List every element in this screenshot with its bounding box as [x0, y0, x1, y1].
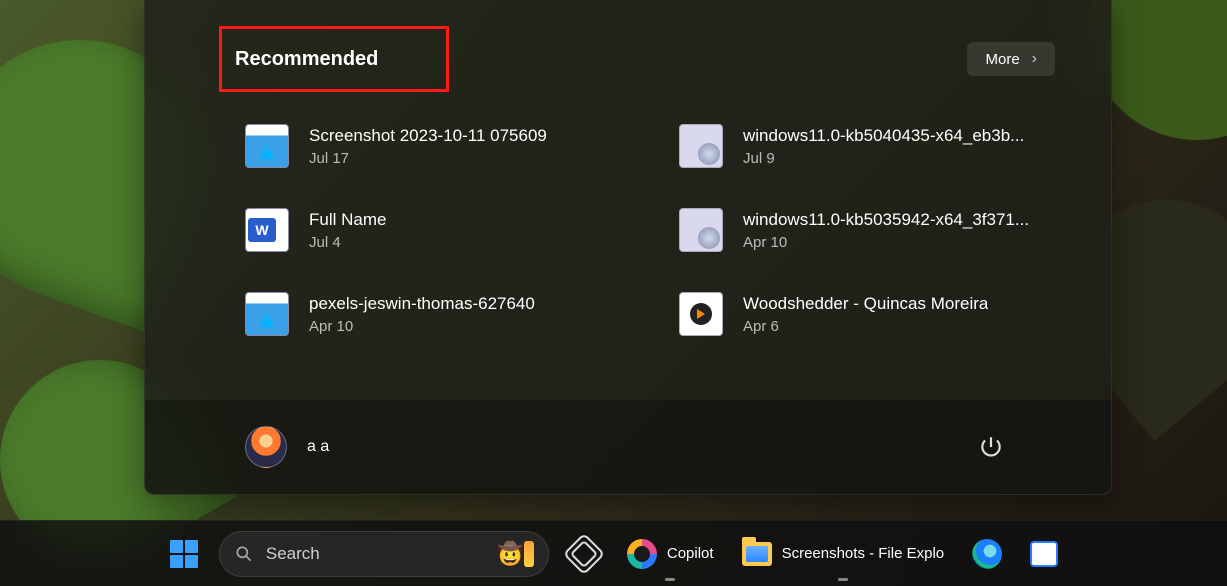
- file-explorer-label: Screenshots - File Explo: [782, 545, 945, 562]
- power-button[interactable]: [971, 427, 1011, 467]
- microsoft-store-button[interactable]: [1022, 531, 1066, 577]
- widgets-icon: [563, 532, 605, 574]
- recommended-item-date: Apr 6: [743, 318, 988, 335]
- chevron-right-icon: ›: [1032, 50, 1037, 68]
- update-package-icon: [679, 208, 723, 252]
- word-file-icon: [245, 208, 289, 252]
- search-icon: [234, 544, 254, 564]
- recommended-item-name: pexels-jeswin-thomas-627640: [309, 294, 535, 314]
- recommended-item-date: Apr 10: [743, 234, 1029, 251]
- file-explorer-button[interactable]: Screenshots - File Explo: [734, 531, 953, 577]
- user-account-button[interactable]: a a: [245, 426, 329, 468]
- recommended-item-name: windows11.0-kb5035942-x64_3f371...: [743, 210, 1029, 230]
- recommended-item-date: Jul 4: [309, 234, 386, 251]
- taskbar-search[interactable]: Search 🤠: [219, 531, 549, 577]
- recommended-item[interactable]: Screenshot 2023-10-11 075609 Jul 17: [245, 108, 675, 184]
- recommended-item[interactable]: windows11.0-kb5040435-x64_eb3b... Jul 9: [679, 108, 1109, 184]
- recommended-item[interactable]: Woodshedder - Quincas Moreira Apr 6: [679, 276, 1109, 352]
- video-file-icon: [679, 292, 723, 336]
- user-name-label: a a: [307, 438, 329, 456]
- recommended-item-date: Jul 17: [309, 150, 547, 167]
- search-highlight-icon: 🤠: [496, 541, 533, 567]
- taskbar: Search 🤠 Copilot Screenshots - File Expl…: [0, 520, 1227, 586]
- store-icon: [1030, 541, 1058, 567]
- image-file-icon: [245, 124, 289, 168]
- folder-icon: [742, 542, 772, 566]
- copilot-label: Copilot: [667, 545, 714, 562]
- power-icon: [978, 434, 1004, 460]
- start-menu-panel: Recommended More › Screenshot 2023-10-11…: [144, 0, 1112, 495]
- copilot-button[interactable]: Copilot: [619, 531, 722, 577]
- recommended-item[interactable]: Full Name Jul 4: [245, 192, 675, 268]
- update-package-icon: [679, 124, 723, 168]
- widgets-button[interactable]: [561, 531, 607, 577]
- recommended-item-date: Jul 9: [743, 150, 1024, 167]
- image-file-icon: [245, 292, 289, 336]
- copilot-icon: [627, 539, 657, 569]
- edge-button[interactable]: [964, 531, 1010, 577]
- windows-logo-icon: [170, 540, 198, 568]
- user-avatar-icon: [245, 426, 287, 468]
- recommended-item[interactable]: windows11.0-kb5035942-x64_3f371... Apr 1…: [679, 192, 1109, 268]
- recommended-item-name: Full Name: [309, 210, 386, 230]
- recommended-item[interactable]: pexels-jeswin-thomas-627640 Apr 10: [245, 276, 675, 352]
- recommended-item-name: windows11.0-kb5040435-x64_eb3b...: [743, 126, 1024, 146]
- start-button[interactable]: [161, 531, 207, 577]
- recommended-heading: Recommended: [235, 48, 378, 71]
- running-indicator: [665, 578, 675, 581]
- recommended-item-name: Screenshot 2023-10-11 075609: [309, 126, 547, 146]
- more-button-label: More: [985, 51, 1019, 68]
- more-button[interactable]: More ›: [967, 42, 1055, 76]
- recommended-item-name: Woodshedder - Quincas Moreira: [743, 294, 988, 314]
- running-indicator: [838, 578, 848, 581]
- edge-icon: [972, 539, 1002, 569]
- search-placeholder: Search: [266, 544, 485, 564]
- recommended-item-date: Apr 10: [309, 318, 535, 335]
